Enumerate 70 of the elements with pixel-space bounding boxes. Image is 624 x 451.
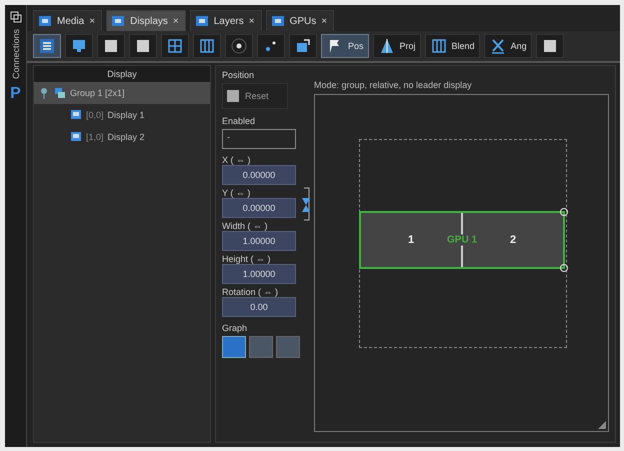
column-header: Display: [34, 66, 210, 82]
list-icon: [38, 37, 56, 55]
layout-canvas[interactable]: 1 GPU 1 2: [314, 94, 609, 432]
toolbar-button[interactable]: Proj: [372, 34, 421, 58]
section-title: Position: [222, 70, 256, 80]
pin-icon[interactable]: [38, 87, 50, 99]
monitor-icon: [194, 14, 209, 28]
field-label: Height ( ⇔ ): [222, 254, 272, 264]
tree-item[interactable]: [1,0] Display 2: [34, 126, 210, 148]
field-label: Enabled: [222, 116, 256, 126]
toolbar-button[interactable]: [33, 34, 61, 58]
tree-item[interactable]: Group 1 [2x1]: [34, 82, 210, 104]
tab[interactable]: Layers ×: [190, 10, 262, 31]
toolbar-button[interactable]: [257, 34, 285, 58]
tab[interactable]: GPUs ×: [266, 10, 334, 31]
close-icon[interactable]: ×: [89, 16, 96, 26]
toolbar-button[interactable]: Ang: [484, 34, 532, 58]
number-field[interactable]: 1.00000: [222, 264, 296, 284]
close-icon[interactable]: ×: [172, 16, 179, 26]
toolbar-button[interactable]: [225, 34, 253, 58]
toolbar-button[interactable]: [161, 34, 189, 58]
monitor-icon: [270, 14, 285, 28]
number-field[interactable]: 0.00: [222, 297, 296, 317]
field-label: Width ( ⇔ ): [222, 221, 269, 231]
columns-icon: [430, 37, 448, 55]
window-icon[interactable]: [10, 11, 22, 23]
group-icon: [54, 87, 66, 99]
mode-caption: Mode: group, relative, no leader display: [314, 80, 473, 90]
tab[interactable]: Media ×: [33, 10, 102, 31]
display-group[interactable]: 1 GPU 1 2: [359, 211, 565, 269]
display-label: 1: [408, 234, 414, 246]
square-icon: [134, 37, 152, 55]
number-field[interactable]: 1.00000: [222, 231, 296, 251]
square-icon: [102, 37, 120, 55]
monitor-icon: [70, 131, 82, 143]
dot-icon: [230, 37, 248, 55]
monitor-icon: [70, 37, 88, 55]
group-label: GPU 1: [446, 234, 478, 246]
toolbar-button[interactable]: Pos: [321, 34, 369, 58]
monitor-icon: [70, 109, 82, 121]
field-label: Rotation ( ⇔ ): [222, 287, 280, 297]
resize-grip-icon[interactable]: [598, 421, 606, 429]
monitor-icon: [38, 14, 52, 28]
close-icon[interactable]: ×: [248, 16, 255, 26]
toolbar-button[interactable]: [193, 34, 221, 58]
resize-handle[interactable]: [560, 264, 568, 272]
field-label: X ( ⇔ ): [222, 155, 252, 165]
field-label: Graph: [222, 323, 248, 333]
close-icon[interactable]: ×: [321, 16, 328, 26]
grid-icon: [166, 37, 184, 55]
number-field[interactable]: 0.00000: [222, 198, 296, 218]
display-label: 2: [510, 234, 516, 246]
tab[interactable]: Displays ×: [106, 10, 186, 31]
toolbar-button[interactable]: [65, 34, 93, 58]
resize-icon: [294, 37, 312, 55]
columns-icon: [198, 37, 216, 55]
monitor-icon: [111, 14, 126, 28]
toolbar-button[interactable]: [97, 34, 125, 58]
tree-item[interactable]: [0,0] Display 1: [34, 104, 210, 126]
number-field[interactable]: 0.00000: [222, 165, 296, 185]
toolbar-button[interactable]: Blend: [424, 34, 480, 58]
link-icon[interactable]: [300, 187, 312, 221]
toolbar-button[interactable]: [536, 34, 564, 58]
logo: P: [10, 85, 21, 104]
toolbar-button[interactable]: [289, 34, 317, 58]
resize-handle[interactable]: [560, 208, 568, 216]
toolbar-button[interactable]: [129, 34, 157, 58]
field-label: Y ( ⇔ ): [222, 188, 252, 198]
connections-tab[interactable]: Connections: [10, 29, 20, 80]
enabled-field[interactable]: -: [222, 129, 296, 149]
